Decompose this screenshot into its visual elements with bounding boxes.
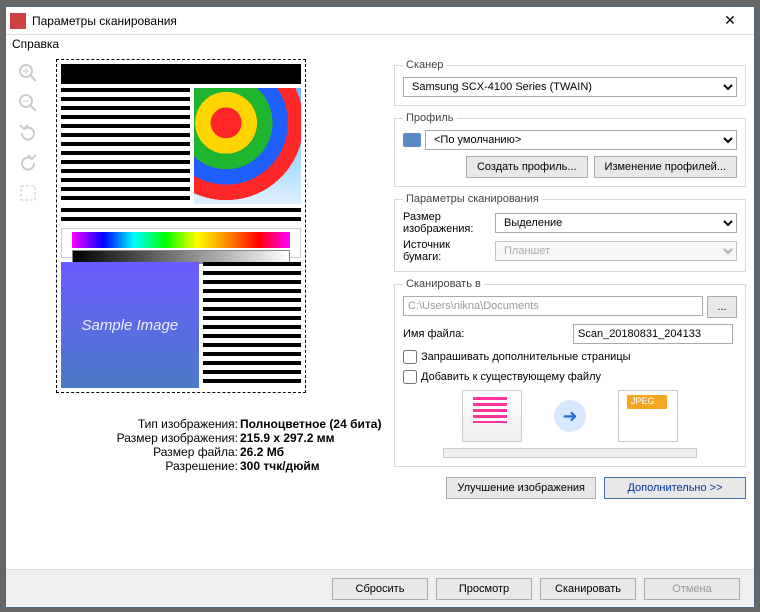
info-file-value: 26.2 Мб <box>238 445 284 459</box>
scan-params-legend: Параметры сканирования <box>403 193 542 205</box>
info-type-label: Тип изображения: <box>46 417 238 431</box>
preview-button[interactable]: Просмотр <box>436 578 532 600</box>
browse-button[interactable]: ... <box>707 296 737 318</box>
info-res-value: 300 тчк/дюйм <box>238 459 320 473</box>
menu-help[interactable]: Справка <box>12 37 59 51</box>
preview-column: Sample Image Тип изображения:Полноцветно… <box>46 59 394 565</box>
ask-more-label: Запрашивать дополнительные страницы <box>421 351 631 363</box>
info-size-label: Размер изображения: <box>46 431 238 445</box>
dialog-body: Sample Image Тип изображения:Полноцветно… <box>6 55 754 569</box>
close-button[interactable]: ✕ <box>710 8 750 34</box>
profile-group: Профиль <По умолчанию> Создать профиль..… <box>394 112 746 187</box>
scan-to-legend: Сканировать в <box>403 278 484 290</box>
menubar: Справка <box>6 35 754 55</box>
info-size-value: 215.9 x 297.2 мм <box>238 431 335 445</box>
scan-params-group: Параметры сканирования Размер изображени… <box>394 193 746 272</box>
rotate-left-icon[interactable] <box>18 123 38 143</box>
zoom-out-icon[interactable] <box>18 93 38 113</box>
info-type-value: Полноцветное (24 бита) <box>238 417 381 431</box>
scanner-group: Сканер Samsung SCX-4100 Series (TWAIN) <box>394 59 746 106</box>
profile-select[interactable]: <По умолчанию> <box>425 130 737 150</box>
app-icon <box>10 13 26 29</box>
settings-column: Сканер Samsung SCX-4100 Series (TWAIN) П… <box>394 59 746 565</box>
cancel-button: Отмена <box>644 578 740 600</box>
dialog-footer: Сбросить Просмотр Сканировать Отмена <box>6 569 754 607</box>
scanner-select[interactable]: Samsung SCX-4100 Series (TWAIN) <box>403 77 737 97</box>
append-label: Добавить к существующему файлу <box>421 371 601 383</box>
more-button[interactable]: Дополнительно >> <box>604 477 746 499</box>
action-row: Улучшение изображения Дополнительно >> <box>394 473 746 501</box>
edit-profiles-button[interactable]: Изменение профилей... <box>594 156 737 178</box>
append-input[interactable] <box>403 370 417 384</box>
scan-button[interactable]: Сканировать <box>540 578 636 600</box>
append-checkbox[interactable]: Добавить к существующему файлу <box>403 370 737 384</box>
scan-to-group: Сканировать в ... Имя файла: Запрашивать… <box>394 278 746 467</box>
jpeg-icon <box>618 390 678 442</box>
image-info: Тип изображения:Полноцветное (24 бита) Р… <box>46 417 394 473</box>
arrow-right-icon: ➜ <box>554 400 586 432</box>
reset-button[interactable]: Сбросить <box>332 578 428 600</box>
scan-settings-window: Параметры сканирования ✕ Справка <box>5 6 755 608</box>
scanner-icon <box>462 390 522 442</box>
progress-bar <box>443 448 697 458</box>
paper-source-select: Планшет <box>495 241 737 261</box>
flow-diagram: ➜ <box>403 388 737 444</box>
ask-more-checkbox[interactable]: Запрашивать дополнительные страницы <box>403 350 737 364</box>
zoom-in-icon[interactable] <box>18 63 38 83</box>
disk-icon <box>403 133 421 147</box>
filename-field[interactable] <box>573 324 733 344</box>
left-toolbar <box>10 59 46 565</box>
image-size-label: Размер изображения: <box>403 211 489 235</box>
image-size-select[interactable]: Выделение <box>495 213 737 233</box>
info-res-label: Разрешение: <box>46 459 238 473</box>
scanner-legend: Сканер <box>403 59 446 71</box>
ask-more-input[interactable] <box>403 350 417 364</box>
crop-icon[interactable] <box>18 183 38 203</box>
enhance-button[interactable]: Улучшение изображения <box>446 477 596 499</box>
rotate-right-icon[interactable] <box>18 153 38 173</box>
paper-source-label: Источник бумаги: <box>403 239 489 263</box>
create-profile-button[interactable]: Создать профиль... <box>466 156 588 178</box>
window-title: Параметры сканирования <box>32 14 710 28</box>
scan-preview[interactable]: Sample Image <box>56 59 306 393</box>
info-file-label: Размер файла: <box>46 445 238 459</box>
profile-legend: Профиль <box>403 112 457 124</box>
scan-path-field <box>403 296 703 316</box>
sample-image-label: Sample Image <box>61 262 199 388</box>
filename-label: Имя файла: <box>403 328 563 340</box>
titlebar: Параметры сканирования ✕ <box>6 7 754 35</box>
